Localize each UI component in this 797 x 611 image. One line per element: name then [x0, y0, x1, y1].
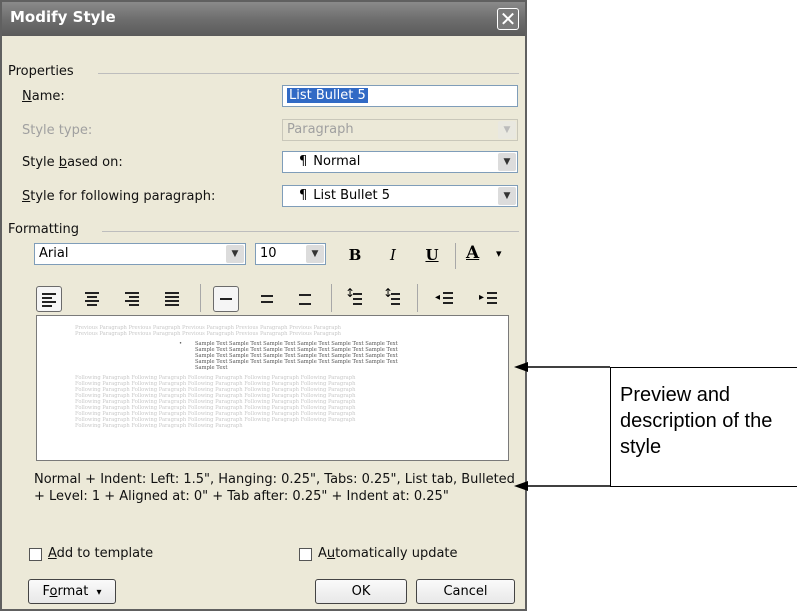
annotation-arrows	[514, 362, 610, 491]
preview-arrowhead	[514, 362, 528, 372]
annotation-callout: Preview and description of the style	[610, 367, 797, 487]
callout-text: Preview and description of the style	[620, 384, 773, 458]
description-arrowhead	[514, 481, 528, 491]
